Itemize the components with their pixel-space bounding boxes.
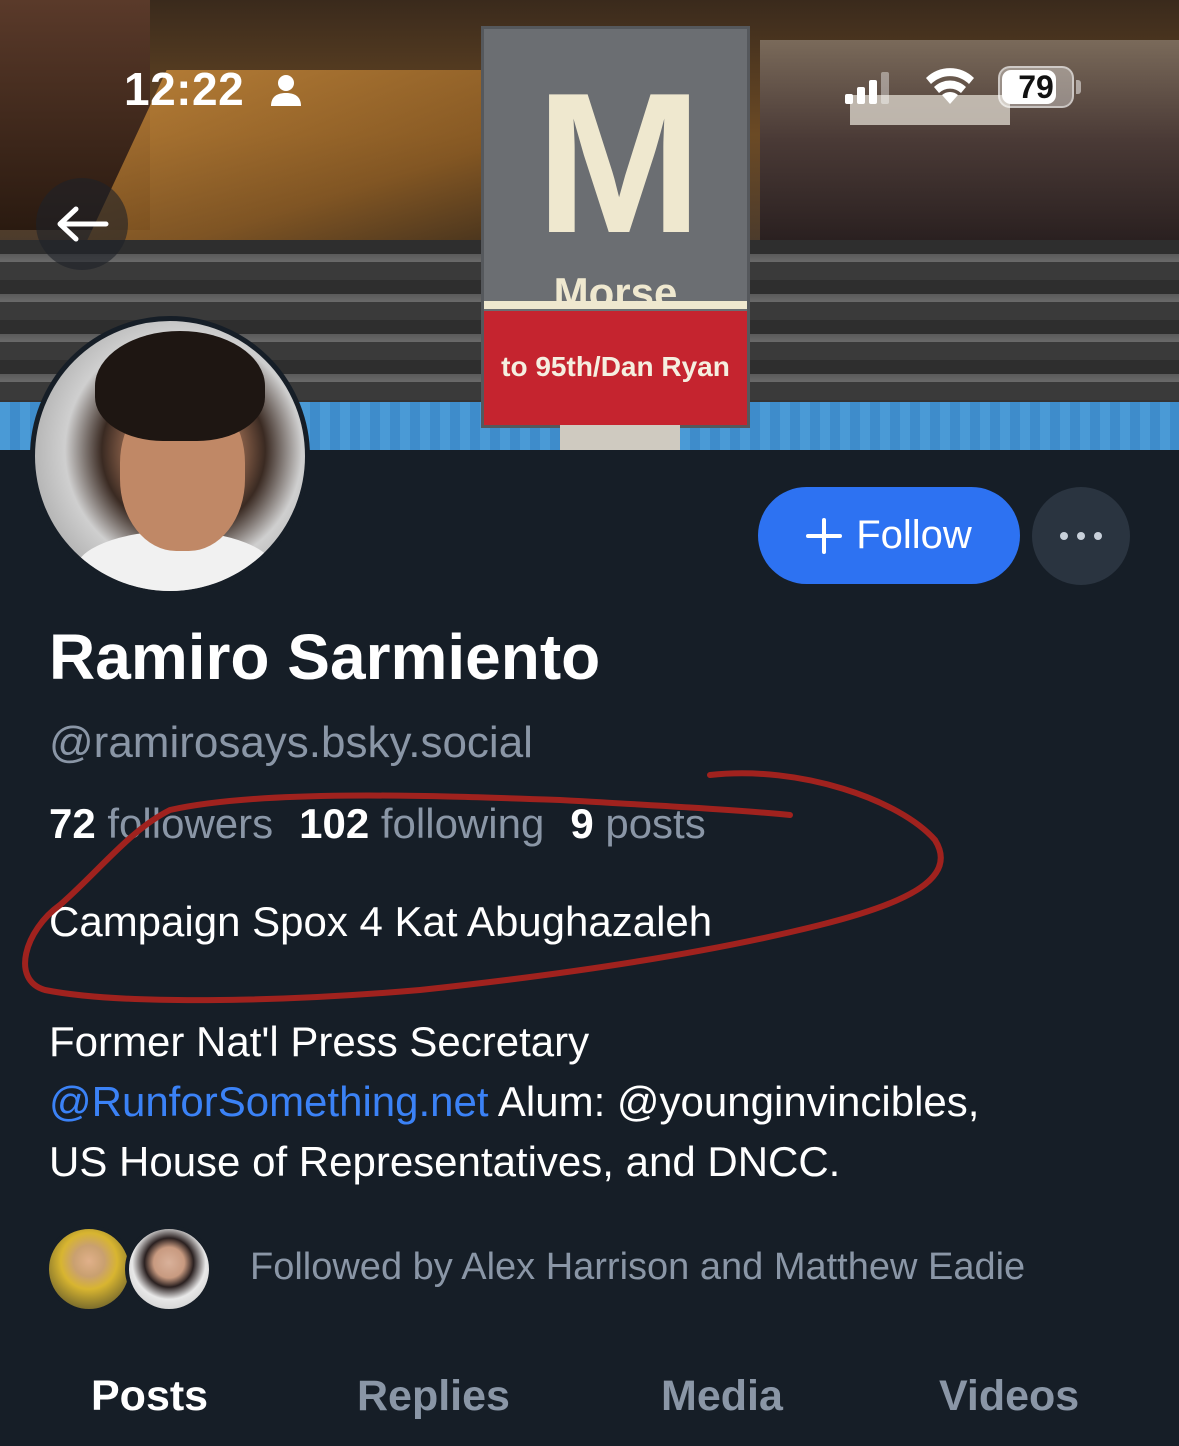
display-name: Ramiro Sarmiento xyxy=(49,621,601,693)
battery-cap xyxy=(1076,80,1081,94)
battery-level: 79 xyxy=(1018,69,1054,105)
profile-bio: Campaign Spox 4 Kat Abughazaleh Former N… xyxy=(49,892,1139,1192)
profile-tabs: Posts Replies Media Videos xyxy=(0,1372,1179,1432)
following-link[interactable]: 102 following xyxy=(299,800,544,847)
avatar-hair xyxy=(95,331,265,441)
bio-line-3-text: Alum: @younginvincibles, xyxy=(488,1078,980,1125)
station-sign-stripe xyxy=(484,301,747,309)
tab-replies[interactable]: Replies xyxy=(357,1372,510,1421)
bio-link[interactable]: @RunforSomething.net xyxy=(49,1078,489,1125)
follower-avatar-matthew[interactable] xyxy=(125,1225,213,1313)
station-sign-pole xyxy=(560,425,680,450)
following-label: following xyxy=(380,800,545,847)
wifi-icon xyxy=(926,68,974,104)
followed-by-text[interactable]: Followed by Alex Harrison and Matthew Ea… xyxy=(250,1246,1025,1289)
bio-line-3: @RunforSomething.net Alum: @younginvinci… xyxy=(49,1072,1139,1132)
station-sign: M Morse to 95th/Dan Ryan xyxy=(481,26,750,428)
posts-stat: 9 posts xyxy=(570,800,705,847)
more-icon xyxy=(1060,532,1102,540)
bio-line-1: Campaign Spox 4 Kat Abughazaleh xyxy=(49,898,713,945)
station-sign-name: Morse xyxy=(553,269,678,316)
followers-label: followers xyxy=(107,800,274,847)
profile-handle[interactable]: @ramirosays.bsky.social xyxy=(49,718,533,768)
posts-label: posts xyxy=(605,800,706,847)
profile-stats: 72 followers 102 following 9 posts xyxy=(49,800,706,848)
tab-media[interactable]: Media xyxy=(661,1372,783,1421)
person-icon xyxy=(271,75,301,106)
battery-indicator: 79 xyxy=(998,66,1074,108)
back-button[interactable] xyxy=(36,178,128,270)
followers-count: 72 xyxy=(49,800,96,847)
follower-avatar-alex[interactable] xyxy=(45,1225,133,1313)
follow-button-label: Follow xyxy=(856,513,972,557)
tab-posts[interactable]: Posts xyxy=(91,1372,208,1421)
tab-videos[interactable]: Videos xyxy=(939,1372,1079,1421)
following-count: 102 xyxy=(299,800,370,847)
bio-line-4: US House of Representatives, and DNCC. xyxy=(49,1138,841,1185)
follow-button[interactable]: Follow xyxy=(758,487,1020,584)
profile-avatar[interactable] xyxy=(30,316,310,596)
station-sign-destination: to 95th/Dan Ryan xyxy=(484,311,747,425)
followers-link[interactable]: 72 followers xyxy=(49,800,273,847)
status-time: 12:22 xyxy=(124,63,245,115)
more-options-button[interactable] xyxy=(1032,487,1130,585)
back-arrow-icon xyxy=(57,206,109,242)
station-sign-letter: M xyxy=(535,52,703,275)
signal-icon xyxy=(845,72,889,104)
posts-count: 9 xyxy=(570,800,594,847)
bio-line-2: Former Nat'l Press Secretary xyxy=(49,1018,590,1065)
plus-icon xyxy=(806,517,843,554)
